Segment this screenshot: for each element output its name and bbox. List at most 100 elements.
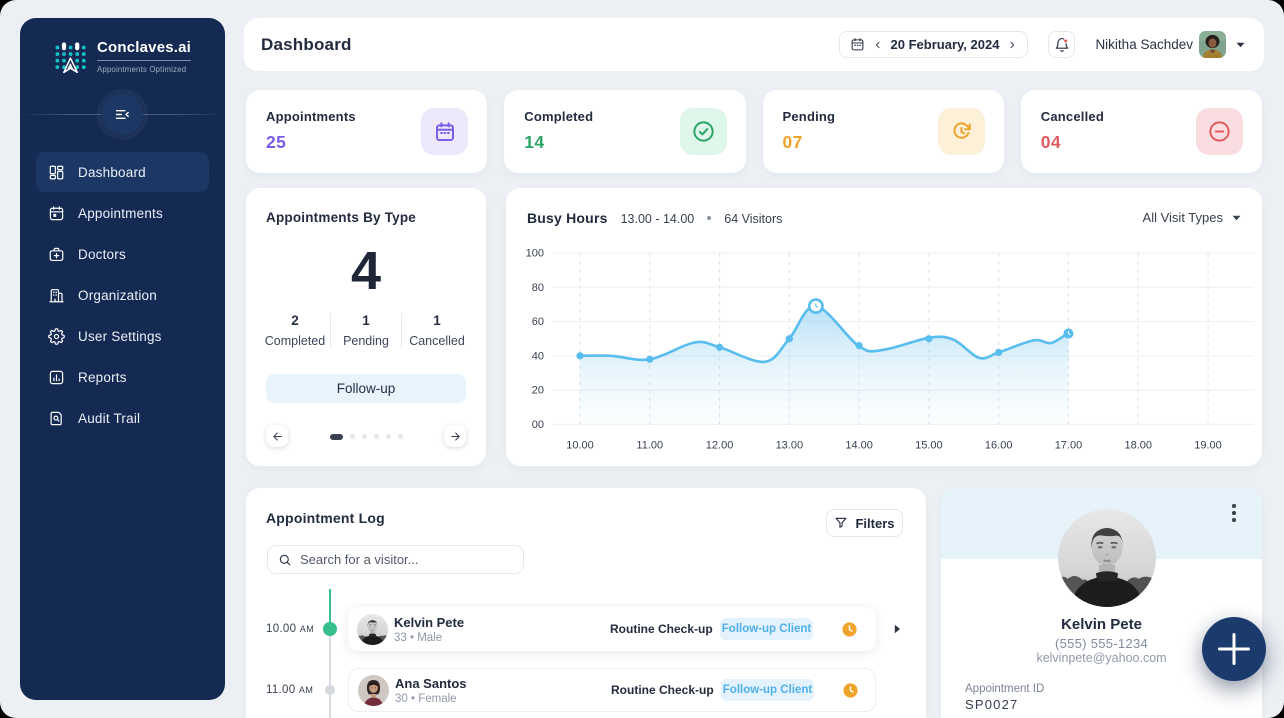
sidebar-item-label: Doctors [78, 247, 126, 262]
filters-button[interactable]: Filters [826, 509, 903, 537]
appointment-log-card: Appointment Log Filters 10.00 AM Kelvin P… [246, 488, 926, 718]
timeline-dot [325, 685, 335, 695]
search-input[interactable] [300, 552, 513, 567]
minus-circle-icon [1196, 108, 1243, 155]
notifications-button[interactable] [1048, 31, 1075, 58]
row-client-tag: Follow-up Client [721, 679, 814, 701]
sidebar-item-label: Dashboard [78, 165, 146, 180]
visitor-avatar [357, 614, 388, 645]
building-icon [48, 287, 65, 304]
doctors-icon [48, 246, 65, 263]
stat-card-cancelled: Cancelled04 [1021, 90, 1262, 173]
appointments-by-type-card: Appointments By Type 4 2Completed1Pendin… [246, 188, 486, 466]
stat-label: Appointments [266, 109, 356, 124]
sidebar-item-audit-trail[interactable]: Audit Trail [36, 398, 209, 438]
filter-funnel-icon [834, 516, 848, 530]
stat-value: 07 [783, 132, 803, 153]
stat-value: 25 [266, 132, 286, 153]
timeline-time: 11.00 AM [266, 684, 313, 696]
calendar-icon [48, 205, 65, 222]
filters-button-label: Filters [855, 516, 894, 531]
stat-cards: Appointments 25 Completed 14 Pending 07 Cancel… [246, 90, 1262, 173]
stat-card-completed: Completed 14 [504, 90, 745, 173]
topbar: Dashboard 20 February, 2024 Nikitha Sach… [244, 18, 1264, 71]
app-screen: Conclaves.ai Appointments Optimized Dash… [0, 0, 1284, 718]
page-dot-2[interactable] [362, 434, 367, 439]
svg-text:15.00: 15.00 [915, 440, 943, 452]
date-next-arrow-icon[interactable] [1007, 40, 1017, 50]
timeline-time: 10.00 AM [266, 623, 314, 635]
row-visitor-sub: 33 • Male [394, 632, 610, 644]
by-type-title: Appointments By Type [266, 210, 416, 225]
sidebar-item-label: Audit Trail [78, 411, 140, 426]
brand: Conclaves.ai Appointments Optimized [20, 38, 225, 74]
svg-text:16.00: 16.00 [985, 440, 1013, 452]
row-visit-type: Routine Check-up [610, 622, 720, 636]
sidebar-item-reports[interactable]: Reports [36, 357, 209, 397]
stat-value: 14 [524, 132, 544, 153]
page-dot-1[interactable] [350, 434, 355, 439]
brand-name: Conclaves.ai [97, 39, 191, 61]
row-client-tag: Follow-up Client [720, 618, 813, 640]
user-name: Nikitha Sachdev [1095, 37, 1193, 52]
arrow-right-icon [449, 430, 462, 443]
svg-text:14.00: 14.00 [845, 440, 873, 452]
page-dot-5[interactable] [398, 434, 403, 439]
by-type-page-dots[interactable] [330, 434, 403, 440]
appointment-log-title: Appointment Log [266, 510, 385, 526]
by-type-col-value: 1 [331, 313, 401, 328]
sidebar-collapse-button[interactable] [102, 94, 143, 135]
by-type-col-label: Cancelled [402, 334, 472, 348]
clock-refresh-icon [938, 108, 985, 155]
by-type-prev-button[interactable] [266, 425, 288, 447]
sidebar-item-user-settings[interactable]: User Settings [36, 316, 209, 356]
sidebar-item-appointments[interactable]: Appointments [36, 193, 209, 233]
report-icon [48, 369, 65, 386]
search-icon [278, 553, 292, 567]
user-avatar[interactable] [1199, 31, 1226, 58]
audit-icon [48, 410, 65, 427]
date-prev-arrow-icon[interactable] [873, 40, 883, 50]
page-dot-3[interactable] [374, 434, 379, 439]
dashboard-icon [48, 164, 65, 181]
page-dot-4[interactable] [386, 434, 391, 439]
user-menu-caret-icon[interactable] [1236, 42, 1245, 48]
sidebar: Conclaves.ai Appointments Optimized Dash… [20, 18, 225, 700]
sidebar-item-label: Appointments [78, 206, 163, 221]
kebab-menu-icon[interactable] [1225, 504, 1243, 526]
row-visitor-sub: 30 • Female [395, 693, 611, 705]
page-dot-0[interactable] [330, 434, 343, 440]
stat-label: Pending [783, 109, 836, 124]
svg-text:00: 00 [532, 419, 544, 431]
row-expand-caret-icon[interactable] [894, 624, 901, 634]
stat-label: Completed [524, 109, 593, 124]
appointment-row-ana-santos[interactable]: Ana Santos30 • FemaleRoutine Check-upFol… [348, 668, 876, 712]
appointment-id-value: SP0027 [965, 697, 1018, 712]
appointment-id-label: Appointment ID [965, 683, 1044, 695]
svg-text:13.00: 13.00 [776, 440, 804, 452]
date-label: 20 February, 2024 [891, 37, 1000, 52]
brand-tagline: Appointments Optimized [97, 65, 191, 74]
clock-icon [842, 682, 859, 699]
date-picker[interactable]: 20 February, 2024 [839, 31, 1029, 58]
svg-text:60: 60 [532, 316, 544, 328]
svg-text:19.00: 19.00 [1194, 440, 1222, 452]
svg-text:18.00: 18.00 [1124, 440, 1152, 452]
sidebar-item-organization[interactable]: Organization [36, 275, 209, 315]
svg-text:20: 20 [532, 385, 544, 397]
by-type-total: 4 [246, 240, 486, 302]
by-type-col-pending: 1Pending [330, 313, 401, 348]
appointment-row-kelvin-pete[interactable]: Kelvin Pete33 • MaleRoutine Check-upFoll… [348, 607, 876, 651]
visitor-photo [1058, 509, 1156, 607]
arrow-left-icon [271, 430, 284, 443]
sidebar-item-dashboard[interactable]: Dashboard [36, 152, 209, 192]
svg-text:10.00: 10.00 [566, 440, 594, 452]
page-title: Dashboard [261, 35, 352, 55]
sidebar-item-doctors[interactable]: Doctors [36, 234, 209, 274]
by-type-next-button[interactable] [444, 425, 466, 447]
svg-text:11.00: 11.00 [636, 440, 663, 452]
sidebar-item-label: Organization [78, 288, 157, 303]
add-appointment-fab[interactable] [1202, 617, 1266, 681]
stat-card-pending: Pending 07 [763, 90, 1004, 173]
svg-text:17.00: 17.00 [1055, 440, 1083, 452]
